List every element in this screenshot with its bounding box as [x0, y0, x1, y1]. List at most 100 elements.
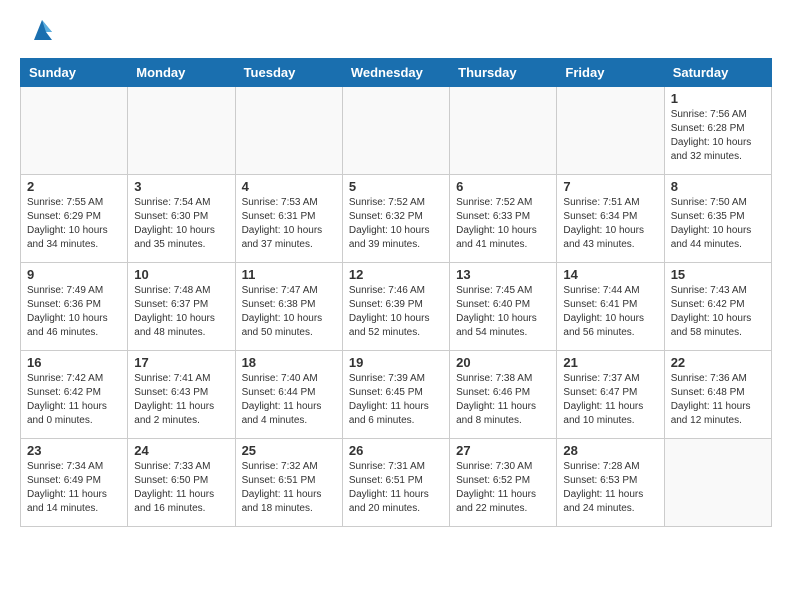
day-info: Sunrise: 7:51 AM Sunset: 6:34 PM Dayligh… — [563, 196, 657, 252]
weekday-header-friday: Friday — [557, 59, 664, 87]
calendar-header-row: SundayMondayTuesdayWednesdayThursdayFrid… — [21, 59, 772, 87]
day-info: Sunrise: 7:52 AM Sunset: 6:32 PM Dayligh… — [349, 196, 443, 252]
day-number: 25 — [242, 443, 336, 458]
logo-icon — [24, 12, 60, 48]
calendar-cell: 8 Sunrise: 7:50 AM Sunset: 6:35 PM Daylig… — [664, 175, 771, 263]
day-number: 11 — [242, 267, 336, 282]
calendar-cell — [21, 87, 128, 175]
day-number: 3 — [134, 179, 228, 194]
day-number: 12 — [349, 267, 443, 282]
day-info: Sunrise: 7:49 AM Sunset: 6:36 PM Dayligh… — [27, 284, 121, 340]
day-number: 26 — [349, 443, 443, 458]
day-number: 7 — [563, 179, 657, 194]
calendar-cell: 3 Sunrise: 7:54 AM Sunset: 6:30 PM Daylig… — [128, 175, 235, 263]
day-info: Sunrise: 7:40 AM Sunset: 6:44 PM Dayligh… — [242, 372, 336, 428]
day-number: 20 — [456, 355, 550, 370]
calendar-cell: 7 Sunrise: 7:51 AM Sunset: 6:34 PM Daylig… — [557, 175, 664, 263]
calendar-week-4: 23 Sunrise: 7:34 AM Sunset: 6:49 PM Dayli… — [21, 439, 772, 527]
calendar-cell — [664, 439, 771, 527]
day-info: Sunrise: 7:33 AM Sunset: 6:50 PM Dayligh… — [134, 460, 228, 516]
day-number: 2 — [27, 179, 121, 194]
calendar-cell: 5 Sunrise: 7:52 AM Sunset: 6:32 PM Daylig… — [342, 175, 449, 263]
day-number: 22 — [671, 355, 765, 370]
calendar-cell: 22 Sunrise: 7:36 AM Sunset: 6:48 PM Dayli… — [664, 351, 771, 439]
day-number: 23 — [27, 443, 121, 458]
calendar-cell: 20 Sunrise: 7:38 AM Sunset: 6:46 PM Dayli… — [450, 351, 557, 439]
day-number: 18 — [242, 355, 336, 370]
calendar-cell: 6 Sunrise: 7:52 AM Sunset: 6:33 PM Daylig… — [450, 175, 557, 263]
day-info: Sunrise: 7:37 AM Sunset: 6:47 PM Dayligh… — [563, 372, 657, 428]
weekday-header-tuesday: Tuesday — [235, 59, 342, 87]
calendar-cell: 10 Sunrise: 7:48 AM Sunset: 6:37 PM Dayli… — [128, 263, 235, 351]
calendar-cell: 19Sunrise: 7:39 AM Sunset: 6:45 PM Dayli… — [342, 351, 449, 439]
weekday-header-monday: Monday — [128, 59, 235, 87]
day-info: Sunrise: 7:36 AM Sunset: 6:48 PM Dayligh… — [671, 372, 765, 428]
weekday-header-sunday: Sunday — [21, 59, 128, 87]
day-info: Sunrise: 7:47 AM Sunset: 6:38 PM Dayligh… — [242, 284, 336, 340]
calendar-cell — [450, 87, 557, 175]
day-info: Sunrise: 7:54 AM Sunset: 6:30 PM Dayligh… — [134, 196, 228, 252]
day-number: 5 — [349, 179, 443, 194]
day-number: 13 — [456, 267, 550, 282]
calendar-cell: 15 Sunrise: 7:43 AM Sunset: 6:42 PM Dayli… — [664, 263, 771, 351]
day-info: Sunrise: 7:34 AM Sunset: 6:49 PM Dayligh… — [27, 460, 121, 516]
calendar-cell: 21 Sunrise: 7:37 AM Sunset: 6:47 PM Dayli… — [557, 351, 664, 439]
calendar-cell: 1Sunrise: 7:56 AM Sunset: 6:28 PM Daylig… — [664, 87, 771, 175]
day-number: 14 — [563, 267, 657, 282]
weekday-header-wednesday: Wednesday — [342, 59, 449, 87]
day-number: 16 — [27, 355, 121, 370]
calendar-cell: 24 Sunrise: 7:33 AM Sunset: 6:50 PM Dayli… — [128, 439, 235, 527]
weekday-header-thursday: Thursday — [450, 59, 557, 87]
calendar-cell — [557, 87, 664, 175]
day-info: Sunrise: 7:43 AM Sunset: 6:42 PM Dayligh… — [671, 284, 765, 340]
calendar-cell: 4 Sunrise: 7:53 AM Sunset: 6:31 PM Daylig… — [235, 175, 342, 263]
day-info: Sunrise: 7:50 AM Sunset: 6:35 PM Dayligh… — [671, 196, 765, 252]
calendar-cell: 26 Sunrise: 7:31 AM Sunset: 6:51 PM Dayli… — [342, 439, 449, 527]
day-info: Sunrise: 7:42 AM Sunset: 6:42 PM Dayligh… — [27, 372, 121, 428]
day-number: 27 — [456, 443, 550, 458]
day-number: 28 — [563, 443, 657, 458]
calendar-cell: 25 Sunrise: 7:32 AM Sunset: 6:51 PM Dayli… — [235, 439, 342, 527]
day-info: Sunrise: 7:46 AM Sunset: 6:39 PM Dayligh… — [349, 284, 443, 340]
calendar-week-3: 16 Sunrise: 7:42 AM Sunset: 6:42 PM Dayli… — [21, 351, 772, 439]
calendar-cell: 23 Sunrise: 7:34 AM Sunset: 6:49 PM Dayli… — [21, 439, 128, 527]
day-info: Sunrise: 7:41 AM Sunset: 6:43 PM Dayligh… — [134, 372, 228, 428]
calendar-cell: 12 Sunrise: 7:46 AM Sunset: 6:39 PM Dayli… — [342, 263, 449, 351]
day-info: Sunrise: 7:53 AM Sunset: 6:31 PM Dayligh… — [242, 196, 336, 252]
calendar-cell: 18 Sunrise: 7:40 AM Sunset: 6:44 PM Dayli… — [235, 351, 342, 439]
logo — [20, 20, 60, 48]
day-number: 6 — [456, 179, 550, 194]
calendar-table: SundayMondayTuesdayWednesdayThursdayFrid… — [20, 58, 772, 527]
day-info: Sunrise: 7:28 AM Sunset: 6:53 PM Dayligh… — [563, 460, 657, 516]
calendar-week-1: 2 Sunrise: 7:55 AM Sunset: 6:29 PM Daylig… — [21, 175, 772, 263]
calendar-cell: 9 Sunrise: 7:49 AM Sunset: 6:36 PM Daylig… — [21, 263, 128, 351]
calendar-cell: 28 Sunrise: 7:28 AM Sunset: 6:53 PM Dayli… — [557, 439, 664, 527]
day-info: Sunrise: 7:32 AM Sunset: 6:51 PM Dayligh… — [242, 460, 336, 516]
day-number: 4 — [242, 179, 336, 194]
day-info: Sunrise: 7:55 AM Sunset: 6:29 PM Dayligh… — [27, 196, 121, 252]
day-number: 17 — [134, 355, 228, 370]
day-info: Sunrise: 7:48 AM Sunset: 6:37 PM Dayligh… — [134, 284, 228, 340]
day-number: 10 — [134, 267, 228, 282]
calendar-cell: 16 Sunrise: 7:42 AM Sunset: 6:42 PM Dayli… — [21, 351, 128, 439]
day-info: Sunrise: 7:45 AM Sunset: 6:40 PM Dayligh… — [456, 284, 550, 340]
day-number: 1 — [671, 91, 765, 106]
day-number: 21 — [563, 355, 657, 370]
calendar-cell: 17 Sunrise: 7:41 AM Sunset: 6:43 PM Dayli… — [128, 351, 235, 439]
calendar-cell — [342, 87, 449, 175]
calendar-cell — [128, 87, 235, 175]
day-number: 8 — [671, 179, 765, 194]
calendar-cell — [235, 87, 342, 175]
calendar-cell: 2 Sunrise: 7:55 AM Sunset: 6:29 PM Daylig… — [21, 175, 128, 263]
day-number: 24 — [134, 443, 228, 458]
calendar-cell: 11 Sunrise: 7:47 AM Sunset: 6:38 PM Dayli… — [235, 263, 342, 351]
calendar-week-0: 1Sunrise: 7:56 AM Sunset: 6:28 PM Daylig… — [21, 87, 772, 175]
day-info: Sunrise: 7:39 AM Sunset: 6:45 PM Dayligh… — [349, 372, 443, 428]
calendar-cell: 13 Sunrise: 7:45 AM Sunset: 6:40 PM Dayli… — [450, 263, 557, 351]
day-info: Sunrise: 7:31 AM Sunset: 6:51 PM Dayligh… — [349, 460, 443, 516]
day-info: Sunrise: 7:52 AM Sunset: 6:33 PM Dayligh… — [456, 196, 550, 252]
day-number: 15 — [671, 267, 765, 282]
calendar-week-2: 9 Sunrise: 7:49 AM Sunset: 6:36 PM Daylig… — [21, 263, 772, 351]
day-info: Sunrise: 7:38 AM Sunset: 6:46 PM Dayligh… — [456, 372, 550, 428]
day-number: 9 — [27, 267, 121, 282]
